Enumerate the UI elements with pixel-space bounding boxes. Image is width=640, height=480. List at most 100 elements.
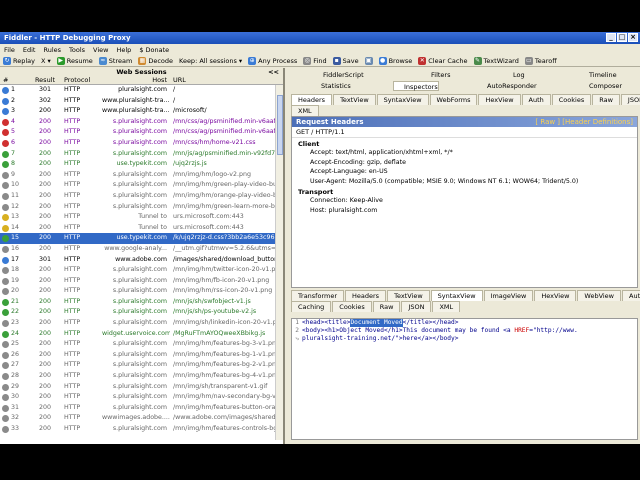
response-tab-caching[interactable]: Caching [291,301,332,312]
header-definitions-link[interactable]: [Header Definitions] [562,118,633,126]
header-entry[interactable]: Accept-Language: en-US [292,167,637,177]
tab-inspectors[interactable]: Inspectors [393,81,439,91]
request-tab-raw[interactable]: Raw [592,94,620,105]
screenshot-button[interactable]: ▣ [364,56,373,65]
session-row[interactable]: 29 200 HTTP s.pluralsight.com/mn/img/sh/tra… [0,382,283,393]
tearoff-button[interactable]: ▭ Tearoff [524,56,557,65]
save-button[interactable]: ▪ Save [332,56,359,65]
tab-fiddlerscript[interactable]: FiddlerScript [313,70,364,80]
browse-button[interactable]: ● Browse [378,56,412,65]
textwizard-button[interactable]: ✎ TextWizard [473,56,519,65]
header-entry[interactable]: Host: pluralsight.com [292,206,637,216]
session-row[interactable]: 19 200 HTTP s.pluralsight.com/mn/img/hm/fb-… [0,276,283,287]
session-row[interactable]: 5 200 HTTP s.pluralsight.com/mn/css/ag/psmi… [0,127,283,138]
request-tab-auth[interactable]: Auth [521,94,551,105]
response-tab-imageview[interactable]: ImageView [483,290,534,301]
session-row[interactable]: 24 200 HTTP widget.uservoice.com/MgRuFTmAYO… [0,329,283,340]
replay-button[interactable]: ↻ Replay [3,56,35,65]
tab-log[interactable]: Log [503,70,525,80]
session-row[interactable]: 20 200 HTTP s.pluralsight.com/mn/img/hm/rss… [0,286,283,297]
session-row[interactable]: 7 200 HTTP s.pluralsight.com/mn/js/ag/psmin… [0,149,283,160]
tab-autoresponder[interactable]: AutoResponder [477,81,537,91]
session-row[interactable]: 27 200 HTTP s.pluralsight.com/mn/img/hm/fea… [0,360,283,371]
session-row[interactable]: 8 200 HTTP use.typekit.com/ujq2rzjs.js [0,159,283,170]
response-tab-hexview[interactable]: HexView [534,290,577,301]
request-tab-headers[interactable]: Headers [291,94,333,105]
session-row[interactable]: 30 200 HTTP s.pluralsight.com/mn/img/hm/nav… [0,392,283,403]
decode-button[interactable]: ▦ Decode [138,56,173,65]
clear-cache-button[interactable]: ✕ Clear Cache [418,56,468,65]
column-host[interactable]: Host [102,76,170,84]
scrollbar-thumb[interactable] [277,95,283,155]
request-tab-textview[interactable]: TextView [333,94,376,105]
menu-rules[interactable]: Rules [43,46,61,54]
response-tab-transformer[interactable]: Transformer [291,290,345,301]
column-result[interactable]: Result [30,76,60,84]
remove-button[interactable]: X ▾ [41,57,51,65]
menu-edit[interactable]: Edit [23,46,36,54]
sessions-scrollbar[interactable] [275,85,283,440]
session-row[interactable]: 9 200 HTTP s.pluralsight.com/mn/img/hm/logo… [0,170,283,181]
menu-help[interactable]: Help [116,46,131,54]
collapse-sessions-button[interactable]: << [268,68,279,76]
request-tab-hexview[interactable]: HexView [478,94,521,105]
session-row[interactable]: 1 301 HTTP pluralsight.com / [0,85,283,96]
menu-view[interactable]: View [93,46,108,54]
raw-link[interactable]: [ Raw ] [535,118,560,126]
session-row[interactable]: 15 200 HTTP use.typekit.com/k/ujq2rzjz-d.cs… [0,233,283,244]
response-tab-auth[interactable]: Auth [622,290,640,301]
menu-donate[interactable]: $ Donate [139,46,169,54]
column-protocol[interactable]: Protocol [60,76,102,84]
session-row[interactable]: 2 302 HTTP www.pluralsight-tra... / [0,96,283,107]
header-entry[interactable]: Accept-Encoding: gzip, deflate [292,158,637,168]
session-row[interactable]: 26 200 HTTP s.pluralsight.com/mn/img/hm/fea… [0,350,283,361]
session-row[interactable]: 10 200 HTTP s.pluralsight.com/mn/img/hm/gre… [0,180,283,191]
tab-timeline[interactable]: Timeline [579,70,617,80]
response-syntax-view[interactable]: 1 <head><title> Document Moved </title></h… [291,318,638,440]
session-row[interactable]: 17 301 HTTP www.adobe.com/images/shared/dow… [0,255,283,266]
response-tab-xml[interactable]: XML [432,301,461,312]
resume-button[interactable]: ▶ Resume [56,56,93,65]
session-row[interactable]: 11 200 HTTP s.pluralsight.com/mn/img/hm/ora… [0,191,283,202]
header-entry[interactable]: Accept: text/html, application/xhtml+xml… [292,148,637,158]
session-row[interactable]: 25 200 HTTP s.pluralsight.com/mn/img/hm/fea… [0,339,283,350]
response-tab-headers[interactable]: Headers [345,290,387,301]
find-button[interactable]: ◎ Find [303,56,327,65]
session-row[interactable]: 23 200 HTTP s.pluralsight.com/mn/img/sh/lin… [0,318,283,329]
session-row[interactable]: 21 200 HTTP s.pluralsight.com/mn/js/sh/swfo… [0,297,283,308]
menu-file[interactable]: File [4,46,15,54]
response-tab-raw[interactable]: Raw [372,301,401,312]
session-row[interactable]: 18 200 HTTP s.pluralsight.com/mn/img/hm/twi… [0,265,283,276]
response-tab-cookies[interactable]: Cookies [332,301,372,312]
session-row[interactable]: 13 200 HTTP Tunnel to urs.microsoft.com:443 [0,212,283,223]
response-tab-json[interactable]: JSON [401,301,432,312]
session-row[interactable]: 28 200 HTTP s.pluralsight.com/mn/img/hm/fea… [0,371,283,382]
response-tab-webview[interactable]: WebView [577,290,622,301]
session-row[interactable]: 32 200 HTTP wwwimages.adobe..../www.adobe.c… [0,413,283,424]
response-tab-syntaxview[interactable]: SyntaxView [430,290,483,301]
session-row[interactable]: 31 200 HTTP s.pluralsight.com/mn/img/hm/fea… [0,403,283,414]
column-number[interactable]: # [0,76,30,84]
session-row[interactable]: 6 200 HTTP s.pluralsight.com/mn/css/hm/home… [0,138,283,149]
session-row[interactable]: 4 200 HTTP s.pluralsight.com/mn/css/ag/psmi… [0,117,283,128]
tab-filters[interactable]: Filters [421,70,450,80]
header-entry[interactable]: User-Agent: Mozilla/5.0 (compatible; MSI… [292,177,637,187]
column-url[interactable]: URL [170,76,278,84]
session-row[interactable]: 14 200 HTTP Tunnel to urs.microsoft.com:443 [0,223,283,234]
session-row[interactable]: 12 200 HTTP s.pluralsight.com/mn/img/hm/gre… [0,202,283,213]
request-tab-webforms[interactable]: WebForms [429,94,478,105]
tab-statistics[interactable]: Statistics [311,81,351,91]
session-row[interactable]: 22 200 HTTP s.pluralsight.com/mn/js/sh/ps-y… [0,307,283,318]
keep-sessions-dropdown[interactable]: Keep: All sessions ▾ [179,57,242,65]
request-tab-cookies[interactable]: Cookies [551,94,592,105]
response-tab-textview[interactable]: TextView [387,290,430,301]
close-button[interactable]: × [628,33,638,42]
any-process-button[interactable]: ⊕ Any Process [248,56,297,65]
session-row[interactable]: 3 200 HTTP www.pluralsight-tra.../microsoft… [0,106,283,117]
request-tab-xml[interactable]: XML [291,105,319,116]
minimize-button[interactable]: _ [606,33,616,42]
maximize-button[interactable]: □ [617,33,627,42]
stream-button[interactable]: ≈ Stream [98,56,132,65]
request-tab-syntaxview[interactable]: SyntaxView [376,94,429,105]
header-entry[interactable]: Connection: Keep-Alive [292,196,637,206]
